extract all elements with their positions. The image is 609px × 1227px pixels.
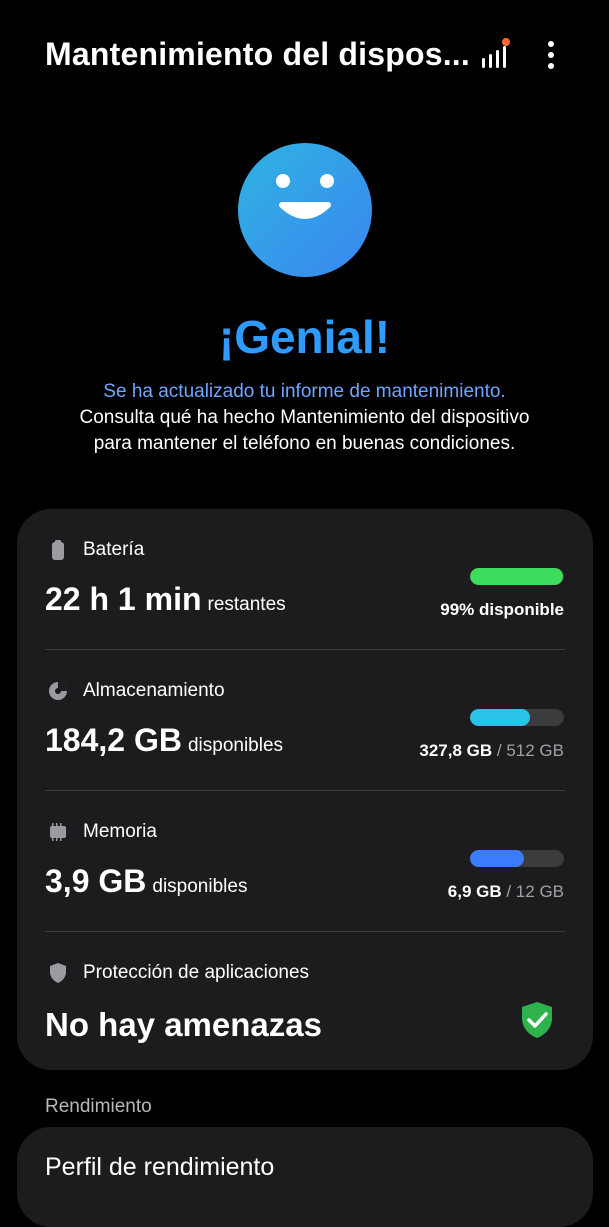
storage-total: / 512 GB [496,741,564,760]
hero-message: Se ha actualizado tu informe de mantenim… [60,379,549,457]
hero-title: ¡Genial! [218,311,391,363]
memory-value: 3,9 GB [45,863,147,899]
app-protection-section[interactable]: Protección de aplicaciones No hay amenaz… [17,932,593,1070]
storage-unit: disponibles [187,735,284,756]
storage-usage-fill [470,709,531,726]
memory-available: 3,9 GB disponibles [45,863,247,900]
battery-value: 22 h 1 min [45,581,202,617]
page-title: Mantenimiento del dispos... [45,36,470,72]
status-card: Batería 22 h 1 min restantes 99% disponib… [17,509,593,1070]
storage-usage-text: 327,8 GB / 512 GB [419,741,564,761]
storage-used: 327,8 GB [419,741,493,760]
memory-section[interactable]: Memoria 3,9 GB disponibles 6,9 GB / 12 GB [17,791,593,931]
battery-level-fill [470,568,564,585]
report-signal-button[interactable] [478,36,514,72]
storage-section[interactable]: Almacenamiento 184,2 GB disponibles 327,8… [17,650,593,790]
memory-unit: disponibles [152,876,248,897]
storage-available: 184,2 GB disponibles [45,722,283,759]
performance-profile-label: Perfil de rendimiento [45,1153,275,1181]
performance-profile-item[interactable]: Perfil de rendimiento [17,1127,593,1227]
battery-section[interactable]: Batería 22 h 1 min restantes 99% disponib… [17,509,593,649]
battery-remaining: 22 h 1 min restantes [45,581,286,618]
app-protection-label: Protección de aplicaciones [83,962,310,983]
storage-label: Almacenamiento [83,680,225,701]
battery-status-text: 99% disponible [440,600,564,619]
memory-usage-text: 6,9 GB / 12 GB [448,882,564,902]
app-header: Mantenimiento del dispos... [0,0,609,110]
app-protection-status: No hay amenazas [45,1006,322,1043]
signal-bars-icon [482,38,510,68]
memory-usage-bar [470,850,564,867]
memory-used: 6,9 GB [447,882,502,901]
storage-pie-icon [49,682,67,700]
shield-icon [50,963,66,983]
storage-usage-bar [470,709,564,726]
report-updated-link[interactable]: Se ha actualizado tu informe de mantenim… [60,379,549,405]
notification-dot-icon [502,38,510,46]
memory-label: Memoria [83,821,157,842]
battery-unit: restantes [207,594,286,615]
more-options-button[interactable] [540,38,562,72]
memory-total: / 12 GB [506,882,564,901]
storage-value: 184,2 GB [45,722,182,758]
smiley-face-icon [238,143,372,277]
battery-level-bar [470,568,564,585]
more-vert-icon [548,41,554,69]
hero-description: Consulta qué ha hecho Mantenimiento del … [79,407,530,454]
battery-icon [52,540,64,560]
memory-usage-fill [470,850,525,867]
shield-check-icon [522,1002,552,1038]
performance-section-header: Rendimiento [45,1096,152,1117]
memory-chip-icon [50,823,66,841]
battery-label: Batería [83,539,145,560]
battery-status: 99% disponible [440,600,564,620]
